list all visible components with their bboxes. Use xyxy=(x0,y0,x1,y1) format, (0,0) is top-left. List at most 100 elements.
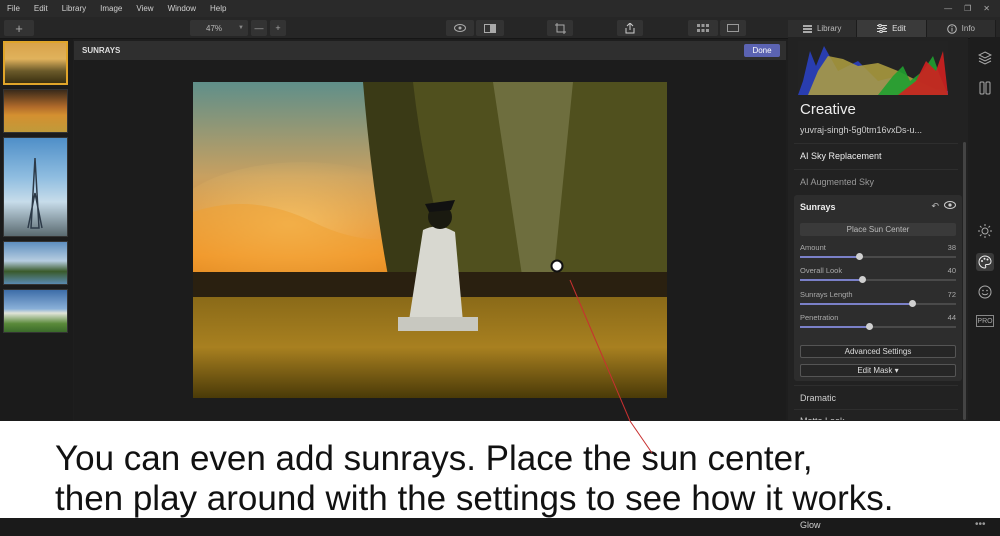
menu-edit[interactable]: Edit xyxy=(27,4,55,13)
right-panel: Creative yuvraj-singh-5g0tm16vxDs-u... A… xyxy=(788,37,968,420)
panel-title: Creative xyxy=(800,101,856,118)
sun-center-handle[interactable] xyxy=(550,259,564,273)
slider-sunrays-length[interactable] xyxy=(800,300,956,307)
sunrays-card: Sunrays ↶ Place Sun Center Amount 38 Ove… xyxy=(794,195,962,381)
slider-amount-label: Amount xyxy=(800,243,826,252)
share-icon xyxy=(625,22,635,33)
pointer-line xyxy=(629,421,653,454)
slider-penetration-label: Penetration xyxy=(800,313,839,322)
info-icon xyxy=(946,23,957,34)
tab-library-label: Library xyxy=(816,24,842,33)
sunset-photo xyxy=(193,82,667,398)
panel-tabs: Library Edit Info xyxy=(788,20,996,37)
app-window: File Edit Library Image View Window Help… xyxy=(0,0,1000,536)
tab-info[interactable]: Info xyxy=(927,20,996,37)
tab-info-label: Info xyxy=(961,24,975,33)
edit-header: SUNRAYS Done xyxy=(74,41,786,60)
menu-window[interactable]: Window xyxy=(161,4,203,13)
palette-icon[interactable] xyxy=(976,253,994,271)
presets-icon[interactable] xyxy=(976,79,994,97)
sunrays-header-icons: ↶ xyxy=(931,201,956,212)
edit-mask-button[interactable]: Edit Mask ▾ xyxy=(800,364,956,377)
advanced-settings-button[interactable]: Advanced Settings xyxy=(800,345,956,358)
photo-canvas[interactable] xyxy=(193,82,667,398)
tab-edit[interactable]: Edit xyxy=(857,20,927,37)
slider-overall-look-knob[interactable] xyxy=(859,276,867,283)
slider-penetration-value: 44 xyxy=(947,313,956,322)
slider-amount-value: 38 xyxy=(947,243,956,252)
tower-image xyxy=(27,157,43,229)
section-ai-augmented-sky[interactable]: AI Augmented Sky xyxy=(794,169,958,193)
menu-help[interactable]: Help xyxy=(203,4,233,13)
section-matte-look[interactable]: Matte Look xyxy=(794,409,958,420)
pro-icon[interactable]: PRO xyxy=(976,315,994,327)
undo-icon[interactable]: ↶ xyxy=(931,201,939,212)
zoom-out-button[interactable]: — xyxy=(251,20,267,36)
thumbnail-4[interactable] xyxy=(3,241,68,285)
slider-penetration[interactable] xyxy=(800,323,956,330)
filmstrip xyxy=(0,39,73,421)
preview-eye-button[interactable] xyxy=(446,20,474,36)
slider-sunrays-length-fill xyxy=(800,303,913,305)
minimize-icon[interactable]: — xyxy=(944,4,952,13)
slider-amount-knob[interactable] xyxy=(856,253,864,260)
thumbnail-5[interactable] xyxy=(3,289,68,333)
zoom-in-button[interactable]: + xyxy=(270,20,286,36)
sunrays-title: Sunrays xyxy=(800,202,836,212)
thumbnail-2[interactable] xyxy=(3,89,68,133)
single-view-icon xyxy=(727,24,739,32)
close-icon[interactable]: ✕ xyxy=(983,4,990,13)
panel-scrollbar[interactable] xyxy=(963,142,966,420)
thumbnail-3[interactable] xyxy=(3,137,68,237)
grid-icon xyxy=(697,24,709,32)
caption-overlay: You can even add sunrays. Place the sun … xyxy=(0,421,1000,518)
single-view-button[interactable] xyxy=(720,20,746,36)
slider-sunrays-length-label: Sunrays Length xyxy=(800,290,853,299)
slider-overall-look-fill xyxy=(800,279,863,281)
bottom-strip xyxy=(0,518,1000,536)
slider-amount[interactable] xyxy=(800,253,956,260)
slider-overall-look-value: 40 xyxy=(947,266,956,275)
visibility-icon[interactable] xyxy=(944,201,956,209)
share-button[interactable] xyxy=(617,20,643,36)
menu-image[interactable]: Image xyxy=(93,4,129,13)
restore-icon[interactable]: ❐ xyxy=(964,4,971,13)
crop-icon xyxy=(554,22,566,34)
edit-title: SUNRAYS xyxy=(82,46,121,55)
compare-button[interactable] xyxy=(476,20,504,36)
face-icon[interactable] xyxy=(976,283,994,301)
section-dramatic[interactable]: Dramatic xyxy=(794,385,958,409)
compare-icon xyxy=(484,23,496,33)
window-controls: — ❐ ✕ xyxy=(944,4,1000,13)
thumbnail-1[interactable] xyxy=(3,41,68,85)
menu-file[interactable]: File xyxy=(0,4,27,13)
zoom-select[interactable]: 47% ▼ xyxy=(190,20,248,36)
section-glow[interactable]: Glow xyxy=(800,520,821,530)
done-button[interactable]: Done xyxy=(744,44,780,57)
slider-sunrays-length-value: 72 xyxy=(947,290,956,299)
slider-sunrays-length-knob[interactable] xyxy=(909,300,917,307)
slider-overall-look[interactable] xyxy=(800,276,956,283)
slider-penetration-knob[interactable] xyxy=(865,323,873,330)
tab-library[interactable]: Library xyxy=(788,20,858,37)
library-icon xyxy=(802,24,812,33)
file-name: yuvraj-singh-5g0tm16vxDs-u... xyxy=(800,125,923,135)
add-button[interactable]: + xyxy=(4,20,34,36)
menu-library[interactable]: Library xyxy=(55,4,93,13)
slider-amount-fill xyxy=(800,256,860,258)
eye-icon xyxy=(454,24,466,32)
layers-icon[interactable] xyxy=(976,49,994,67)
tab-edit-label: Edit xyxy=(892,24,906,33)
chevron-down-icon: ▼ xyxy=(238,25,244,31)
menu-bar: File Edit Library Image View Window Help… xyxy=(0,0,1000,17)
place-sun-center-button[interactable]: Place Sun Center xyxy=(800,223,956,236)
grid-view-button[interactable] xyxy=(688,20,718,36)
histogram xyxy=(798,41,948,95)
slider-overall-look-label: Overall Look xyxy=(800,266,843,275)
sun-icon[interactable] xyxy=(976,222,994,240)
section-ai-sky-replacement[interactable]: AI Sky Replacement xyxy=(794,143,958,167)
menu-view[interactable]: View xyxy=(129,4,160,13)
crop-button[interactable] xyxy=(547,20,573,36)
more-options-icon[interactable]: ••• xyxy=(975,519,986,530)
sliders-icon xyxy=(877,24,888,33)
